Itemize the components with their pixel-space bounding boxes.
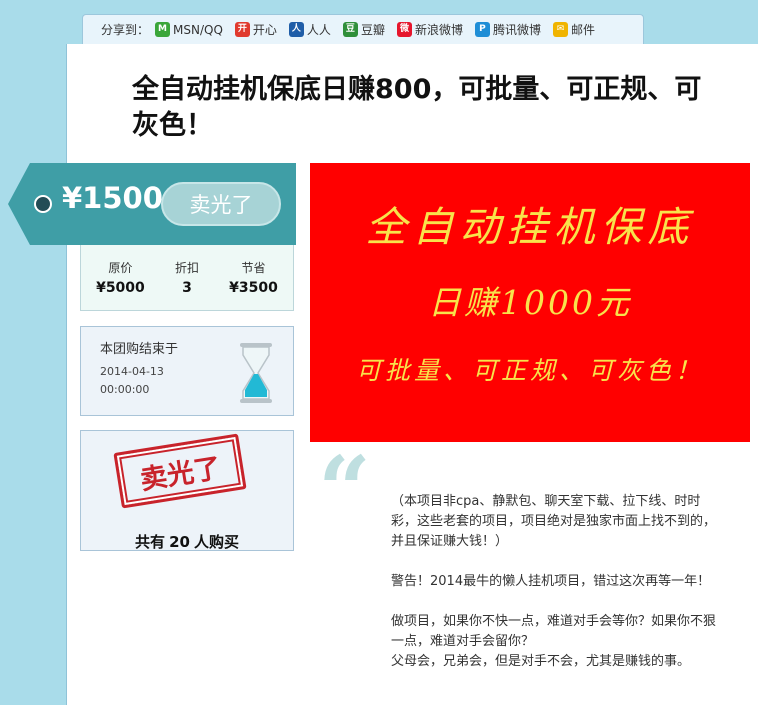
- timer-datetime: 2014-04-13 00:00:00: [100, 363, 164, 399]
- description-paragraph: 父母会，兄弟会，但是对手不会，尤其是赚钱的事。: [391, 654, 691, 669]
- page-title: 全自动挂机保底日赚800，可批量、可正规、可灰色！: [132, 74, 702, 141]
- share-item-label: 豆瓣: [360, 23, 385, 37]
- quote-icon: “: [318, 436, 371, 544]
- tencent-weibo-icon: P: [474, 22, 490, 37]
- buyers-suffix: 人购买: [193, 533, 239, 551]
- stat-value: ¥5000: [96, 280, 145, 296]
- share-item-weibo[interactable]: 微新浪微博: [396, 21, 463, 38]
- banner-line-3: 可批量、可正规、可灰色！: [355, 356, 704, 385]
- hourglass-icon: [240, 343, 272, 403]
- banner-line-1: 全自动挂机保底: [365, 203, 695, 251]
- share-item-label: 人人: [306, 23, 331, 37]
- description-paragraph: 做项目，如果你不快一点，难道对手会等你？如果你不狠一点，难道对手会留你？: [391, 614, 717, 649]
- price-stats: 原价 ¥5000 折扣 3 节省 ¥3500: [80, 245, 294, 311]
- stat-label: 原价: [108, 261, 133, 275]
- description-paragraph: （本项目非cpa、静默包、聊天室下载、拉下线、时时彩，这些老套的项目，项目绝对是…: [391, 494, 717, 549]
- timer-time: 00:00:00: [100, 383, 150, 396]
- mail-icon: ✉: [552, 22, 568, 37]
- deal-timer: 本团购结束于 2014-04-13 00:00:00: [80, 326, 294, 416]
- stat-label: 节省: [241, 261, 266, 275]
- buyer-count-line: 共有 20 人购买: [81, 531, 293, 552]
- share-item-label: 新浪微博: [414, 23, 463, 37]
- buyers-count: 20: [169, 533, 190, 551]
- sold-out-button[interactable]: 卖光了: [161, 182, 281, 226]
- weibo-icon: 微: [396, 22, 412, 37]
- banner-line-2: 日赚1000元: [428, 283, 632, 322]
- share-item-label: 邮件: [570, 23, 595, 37]
- description: （本项目非cpa、静默包、聊天室下载、拉下线、时时彩，这些老套的项目，项目绝对是…: [391, 492, 717, 672]
- share-item-label: MSN/QQ: [173, 22, 223, 37]
- share-item-douban[interactable]: 豆豆瓣: [342, 21, 385, 38]
- share-item-tencent-weibo[interactable]: P 腾讯微博: [474, 21, 541, 38]
- stat-value: ¥3500: [229, 280, 278, 296]
- stat-original-price: 原价 ¥5000: [96, 259, 145, 310]
- buyers-prefix: 共有: [135, 533, 166, 551]
- buyers-panel: 卖光了 共有 20 人购买: [80, 430, 294, 551]
- share-label: 分享到：: [101, 23, 150, 37]
- stat-label: 折扣: [174, 261, 199, 275]
- kaixin-icon: 开: [234, 22, 250, 37]
- share-item-kaixin[interactable]: 开开心: [234, 21, 277, 38]
- sold-out-stamp: 卖光了: [113, 433, 247, 509]
- share-item-label: 腾讯微博: [492, 23, 541, 37]
- share-bar: 分享到： M MSN/QQ 开开心人人人豆豆瓣微新浪微博 P 腾讯微博 ✉ 邮件: [82, 14, 644, 44]
- price-value: ¥1500: [62, 181, 163, 215]
- stat-discount: 折扣 3: [175, 259, 199, 310]
- timer-label: 本团购结束于: [100, 342, 179, 357]
- share-item-msn[interactable]: M MSN/QQ: [155, 22, 223, 37]
- share-item-renren[interactable]: 人人人: [288, 21, 331, 38]
- share-item-label: 开心: [252, 23, 277, 37]
- description-paragraph: 警告！2014最牛的懒人挂机项目，错过这次再等一年！: [391, 574, 711, 589]
- douban-icon: 豆: [342, 22, 358, 37]
- promo-banner: 全自动挂机保底 日赚1000元 可批量、可正规、可灰色！: [310, 163, 750, 442]
- renren-icon: 人: [288, 22, 304, 37]
- tag-hole-icon: [34, 195, 52, 213]
- msn-icon: M: [155, 22, 171, 37]
- share-item-mail[interactable]: ✉ 邮件: [552, 21, 595, 38]
- stat-value: 3: [182, 280, 192, 296]
- stat-savings: 节省 ¥3500: [229, 259, 278, 310]
- timer-date: 2014-04-13: [100, 365, 164, 378]
